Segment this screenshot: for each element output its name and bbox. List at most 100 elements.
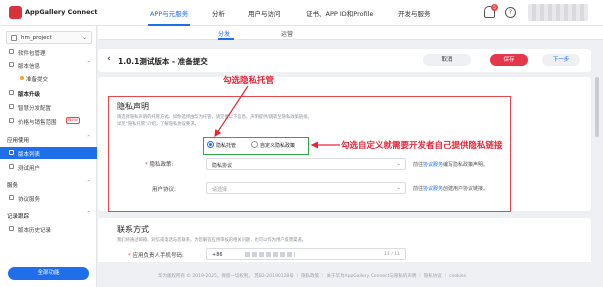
sidebar-group-label: 服务 bbox=[7, 183, 19, 189]
user-agreement-label: 用户协议: bbox=[152, 187, 176, 193]
package-icon bbox=[9, 49, 14, 54]
project-name: hm_project bbox=[21, 35, 52, 41]
sidebar-item-label: 测试用户 bbox=[18, 166, 41, 172]
all-features-button[interactable]: 全部功能 bbox=[8, 267, 89, 280]
distribution-icon bbox=[9, 104, 14, 109]
policy-select[interactable]: 隐私协议 ⌄ bbox=[206, 158, 406, 170]
sidebar-item-label: 智慧分发配置 bbox=[18, 106, 52, 112]
version-icon bbox=[9, 62, 14, 67]
radio-hosted[interactable] bbox=[207, 141, 214, 148]
agreement-service-link[interactable]: 协议服务 bbox=[423, 186, 443, 192]
sidebar-group-records: 记录跟踪 ⌃ bbox=[0, 209, 97, 221]
annotation-custom: 勾选自定义就需要开发者自己提供隐私链接 bbox=[341, 141, 503, 151]
nav-analytics[interactable]: 分析 bbox=[212, 8, 225, 18]
chevron-up-icon: ⌃ bbox=[86, 180, 91, 186]
sidebar-item-version-info[interactable]: 版本信息 ⌃ bbox=[0, 59, 97, 71]
contact-title: 联系方式 bbox=[117, 225, 149, 234]
privacy-title: 隐私声明 bbox=[117, 102, 149, 111]
phone-input[interactable]: +86 11 / 11 bbox=[206, 248, 406, 260]
radio-hosted-label: 隐私托管 bbox=[216, 143, 237, 149]
policy-label: * 隐私政策: bbox=[145, 162, 174, 168]
phone-char-count: 11 / 11 bbox=[384, 252, 400, 257]
sidebar-item-label: 协议服务 bbox=[18, 197, 41, 203]
notification-badge: 5 bbox=[491, 4, 498, 11]
sidebar-item-software-pkg[interactable]: 软件包管理 bbox=[0, 46, 97, 58]
privacy-desc-2: 详见“隐私托管”介绍，了解隐私协议要求。 bbox=[117, 122, 199, 127]
history-icon bbox=[9, 226, 14, 231]
sidebar-item-label: 版本列表 bbox=[18, 152, 41, 158]
user-agreement-select[interactable]: 请选择 ⌄ bbox=[206, 182, 406, 194]
chevron-up-icon: ⌃ bbox=[86, 135, 91, 141]
privacy-desc-1: 请选择隐私声明的托管方式。如你选择由华为托管，请完善以下信息，声明提供/跳转至隐… bbox=[117, 115, 312, 120]
page-header: ‹ 1.0.1测试版本 - 准备提交 取消 保存 下一步 bbox=[98, 49, 591, 72]
tab-distribution[interactable]: 分发 bbox=[218, 29, 230, 38]
sidebar-item-label: 价格与销售范围 bbox=[18, 120, 57, 126]
phone-prefix: +86 bbox=[212, 252, 223, 258]
status-dot-icon bbox=[20, 76, 24, 80]
sidebar-item-label: 软件包管理 bbox=[18, 51, 46, 57]
sidebar-item-agreement-service[interactable]: 协议服务 bbox=[0, 192, 97, 204]
sidebar-item-pending-submit[interactable]: 准备提交 bbox=[0, 72, 97, 84]
sidebar-group-label: 应用使用 bbox=[7, 138, 30, 144]
sidebar-item-label: 版本升级 bbox=[18, 92, 41, 98]
radio-custom[interactable] bbox=[251, 141, 258, 148]
back-arrow-icon[interactable]: ‹ bbox=[107, 54, 111, 64]
chevron-up-icon: ⌃ bbox=[86, 61, 91, 67]
cancel-button[interactable]: 取消 bbox=[423, 54, 471, 66]
top-nav: AppGallery Connect APP与元服务 分析 用户与访问 证书、A… bbox=[0, 0, 603, 26]
chevron-down-icon: ⌄ bbox=[396, 161, 401, 167]
policy-hint: 前往协议服务编写隐私政策声明。 bbox=[413, 162, 489, 168]
sidebar-item-version-list[interactable]: 版本列表 bbox=[0, 147, 97, 159]
footer: 华为版权所有 © 2019-2025。保留一切权利。 苏B2-20190128号… bbox=[98, 270, 603, 287]
list-icon bbox=[9, 150, 14, 155]
next-step-button[interactable]: 下一步 bbox=[542, 54, 580, 66]
save-button[interactable]: 保存 bbox=[490, 54, 528, 66]
footer-text: 华为版权所有 © 2019-2025。保留一切权利。 苏B2-20190128号… bbox=[158, 274, 467, 279]
policy-select-value: 隐私协议 bbox=[212, 163, 233, 169]
sidebar: hm_project ⌄ 软件包管理 版本信息 ⌃ 准备提交 版本升级 智慧分发… bbox=[0, 26, 97, 287]
sidebar-item-version-history[interactable]: 版本历史记录 bbox=[0, 223, 97, 235]
tab-active-indicator bbox=[218, 38, 234, 40]
user-agreement-placeholder: 请选择 bbox=[212, 187, 228, 193]
sidebar-group-app-usage: 应用使用 ⌃ bbox=[0, 133, 97, 145]
sub-tabs: 分发 运营 bbox=[98, 26, 603, 40]
scrollbar[interactable] bbox=[595, 77, 599, 137]
sidebar-item-label: 版本信息 bbox=[18, 64, 41, 70]
sidebar-item-price-sales[interactable]: 价格与销售范围 New bbox=[0, 115, 97, 127]
agreement-service-link[interactable]: 协议服务 bbox=[423, 162, 443, 168]
tab-operations[interactable]: 运营 bbox=[281, 29, 293, 38]
user-account-blurred[interactable] bbox=[528, 4, 588, 21]
nav-dev-services[interactable]: 开发与服务 bbox=[398, 8, 431, 18]
sidebar-item-label: 准备提交 bbox=[26, 77, 49, 83]
sidebar-item-version-upgrade[interactable]: 版本升级 bbox=[0, 87, 97, 99]
phone-label: * 应用负责人手机号码: bbox=[128, 253, 184, 259]
logo-text: AppGallery Connect bbox=[25, 8, 98, 16]
sidebar-group-service: 服务 ⌃ bbox=[0, 178, 97, 190]
contact-desc: 我们将通过邮箱、短信或电话与您联系，为您解答应用审核的相关问题，也可以作为用户反… bbox=[117, 238, 307, 243]
annotation-hosted: 勾选隐私托管 bbox=[223, 76, 275, 86]
page: AppGallery Connect APP与元服务 分析 用户与访问 证书、A… bbox=[0, 0, 603, 287]
appgallery-logo-icon bbox=[9, 6, 22, 19]
agreement-icon bbox=[9, 195, 14, 200]
sidebar-item-label: 版本历史记录 bbox=[18, 228, 52, 234]
page-title: 1.0.1测试版本 - 准备提交 bbox=[118, 57, 208, 66]
chevron-down-icon: ⌄ bbox=[396, 185, 401, 191]
nav-app-services[interactable]: APP与元服务 bbox=[150, 8, 188, 18]
user-icon bbox=[9, 164, 14, 169]
chevron-up-icon: ⌃ bbox=[86, 211, 91, 217]
sidebar-item-test-users[interactable]: 测试用户 bbox=[0, 161, 97, 173]
project-select[interactable]: hm_project ⌄ bbox=[6, 31, 92, 44]
chevron-down-icon: ⌄ bbox=[81, 34, 87, 41]
radio-custom-label: 自定义隐私政策 bbox=[260, 143, 296, 149]
project-icon bbox=[11, 35, 17, 41]
sidebar-item-smart-dist[interactable]: 智慧分发配置 bbox=[0, 101, 97, 113]
phone-number-blurred bbox=[245, 252, 295, 257]
user-agreement-hint: 前往协议服务创建用户协议链接。 bbox=[413, 186, 489, 192]
nav-users-access[interactable]: 用户与访问 bbox=[248, 8, 281, 18]
sidebar-group-label: 记录跟踪 bbox=[7, 214, 30, 220]
nav-certificates[interactable]: 证书、APP ID和Profile bbox=[306, 8, 374, 18]
upgrade-icon bbox=[9, 90, 14, 95]
price-icon bbox=[9, 118, 14, 123]
help-icon[interactable]: ? bbox=[505, 7, 516, 18]
new-badge: New bbox=[66, 117, 80, 124]
